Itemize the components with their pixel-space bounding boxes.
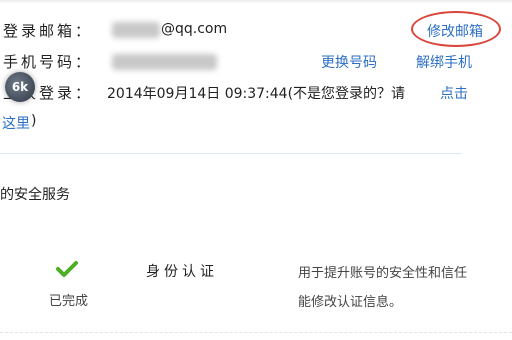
highlight-circle — [411, 11, 501, 47]
phone-redacted — [112, 54, 217, 70]
unbind-phone-link[interactable]: 解绑手机 — [416, 52, 472, 72]
click-here-link-part1[interactable]: 点击 — [440, 83, 468, 103]
email-label: 登录邮箱： — [3, 22, 94, 40]
top-edge — [0, 0, 512, 4]
item-separator — [0, 332, 512, 333]
last-login-close-paren: ) — [31, 113, 37, 129]
identity-verification-desc-line2: 能修改认证信息。 — [298, 295, 403, 310]
email-redacted — [112, 22, 160, 38]
click-here-link-part2[interactable]: 这里 — [2, 113, 30, 133]
identity-verification-title: 身份认证 — [146, 264, 218, 280]
check-icon — [56, 261, 78, 277]
change-phone-link[interactable]: 更换号码 — [321, 52, 377, 72]
avatar-text: 6k — [11, 80, 29, 94]
email-value: @qq.com — [161, 21, 228, 37]
last-login-value: 2014年09月14日 09:37:44(不是您登录的？请 — [107, 86, 406, 102]
phone-label: 手机号码： — [3, 53, 94, 71]
identity-verification-desc-line1: 用于提升账号的安全性和信任 — [298, 266, 468, 281]
floating-avatar[interactable]: 6k — [5, 72, 35, 102]
status-completed: 已完成 — [49, 294, 89, 309]
section-divider — [0, 153, 462, 154]
security-section-title: 的安全服务 — [0, 187, 70, 203]
